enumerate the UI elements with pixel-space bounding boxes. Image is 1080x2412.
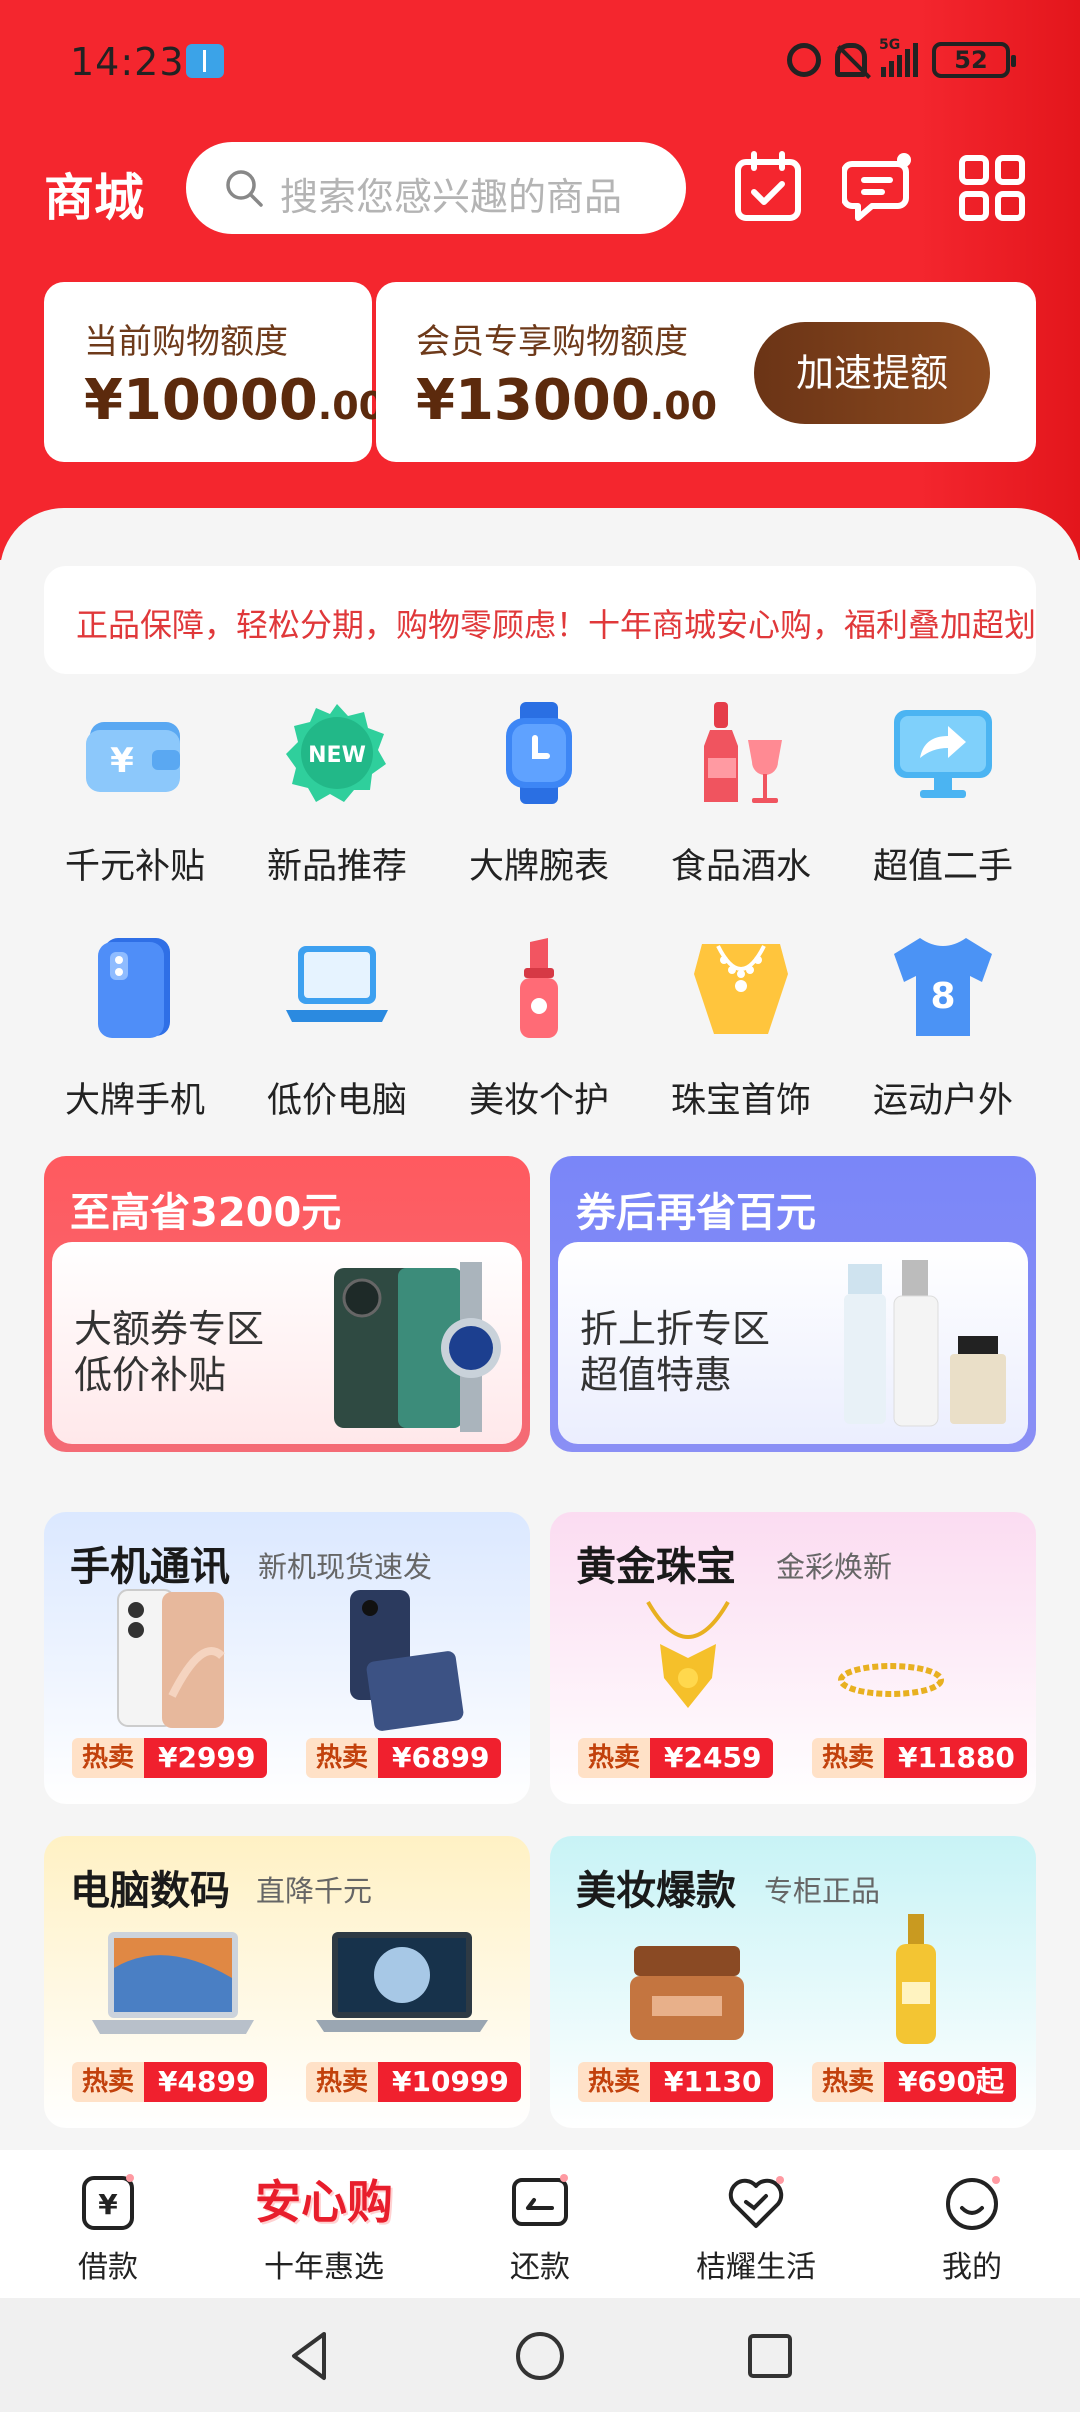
monitor-share-icon [894, 710, 992, 798]
price-tag: 热卖 ¥6899 [306, 1738, 502, 1778]
mute-icon [835, 43, 867, 77]
new-badge-icon: NEW [286, 704, 386, 802]
gold-necklace-image [646, 1601, 730, 1708]
smile-icon [946, 2176, 1000, 2230]
category-beauty[interactable]: 美妆个护 [438, 934, 640, 1134]
search-input[interactable]: 搜索您感兴趣的商品 [186, 142, 686, 234]
wallet-icon: ¥ [86, 722, 180, 792]
section-title: 美妆爆款 [576, 1868, 736, 1914]
svg-text:¥: ¥ [110, 741, 134, 781]
price-tag: 热卖 ¥690起 [812, 2062, 1016, 2102]
category-jewelry[interactable]: 珠宝首饰 [640, 934, 842, 1134]
macbook-image [316, 1932, 488, 2032]
section-computers[interactable]: 电脑数码 直降千元 热卖 ¥4899 热卖 ¥10999 [44, 1836, 530, 2128]
status-bar: 14:23 5G 52 [0, 0, 1080, 126]
battery-icon: 52 [932, 42, 1016, 78]
tab-life[interactable]: 桔耀生活 [648, 2150, 864, 2298]
search-icon [226, 170, 263, 207]
category-sports[interactable]: 8 运动户外 [842, 934, 1044, 1134]
anxin-logo: 安心购 [255, 2175, 393, 2229]
signal-icon: 5G [879, 37, 918, 77]
current-credit-amount: ¥10000.00 [84, 368, 386, 433]
category-watch[interactable]: 大牌腕表 [438, 700, 640, 900]
price-tag: 热卖 ¥10999 [306, 2062, 521, 2102]
phone-product-image [117, 1589, 225, 1728]
section-subtitle: 金彩焕新 [776, 1550, 893, 1584]
message-icon[interactable] [842, 150, 918, 226]
search-placeholder: 搜索您感兴趣的商品 [280, 175, 623, 219]
member-credit-amount: ¥13000.00 [416, 368, 718, 433]
watch-icon [506, 702, 572, 804]
laptop-icon [286, 946, 388, 1022]
top-bar: 商城 搜索您感兴趣的商品 [0, 140, 1080, 236]
promo-line2: 低价补贴 [74, 1353, 227, 1397]
home-icon[interactable] [510, 2326, 570, 2386]
status-time: 14:23 [70, 40, 185, 84]
section-gold-jewelry[interactable]: 黄金珠宝 金彩焕新 热卖 ¥2459 热卖 ¥11880 [550, 1512, 1036, 1804]
category-laptop[interactable]: 低价电脑 [236, 934, 438, 1134]
phone-icon [98, 938, 170, 1038]
section-subtitle: 专柜正品 [764, 1874, 881, 1908]
phone-watch-image [334, 1262, 501, 1432]
category-food-drink[interactable]: 食品酒水 [640, 700, 842, 900]
gold-bracelet-image [838, 1663, 944, 1697]
grid-menu-icon[interactable] [954, 150, 1030, 226]
promo-big-coupon[interactable]: 至高省3200元 大额券专区 低价补贴 [44, 1156, 530, 1452]
price-tag: 热卖 ¥2999 [72, 1738, 268, 1778]
page-title: 商城 [44, 169, 144, 227]
heart-check-icon [728, 2176, 784, 2228]
recents-icon[interactable] [740, 2326, 800, 2386]
price-tag: 热卖 ¥1130 [578, 2062, 774, 2102]
serum-bottle-image [896, 1914, 936, 2044]
lipstick-icon [520, 938, 558, 1038]
category-second-hand[interactable]: 超值二手 [842, 700, 1044, 900]
calendar-check-icon[interactable] [730, 150, 806, 226]
repay-icon [512, 2174, 568, 2226]
system-nav-bar [0, 2298, 1080, 2412]
section-phones[interactable]: 手机通讯 新机现货速发 热卖 ¥2999 热卖 ¥6899 [44, 1512, 530, 1804]
jersey-icon: 8 [894, 938, 992, 1036]
bottom-tab-bar: ¥ 借款 安心购 十年惠选 还款 桔耀生活 我的 [0, 2150, 1080, 2298]
book-icon [186, 44, 224, 78]
price-tag: 热卖 ¥2459 [578, 1738, 774, 1778]
svg-text:8: 8 [930, 976, 955, 1017]
category-subsidy[interactable]: ¥ 千元补贴 [34, 700, 236, 900]
section-title: 黄金珠宝 [576, 1544, 736, 1590]
section-beauty[interactable]: 美妆爆款 专柜正品 热卖 ¥1130 热卖 ¥690起 [550, 1836, 1036, 2128]
foldable-phone-image [350, 1590, 464, 1731]
laptop-product-image [92, 1932, 254, 2034]
necklace-icon [694, 944, 788, 1034]
tab-loan[interactable]: ¥ 借款 [0, 2150, 216, 2298]
section-title: 手机通讯 [70, 1544, 230, 1590]
promo-title: 至高省3200元 [70, 1190, 342, 1236]
section-subtitle: 直降千元 [256, 1874, 373, 1908]
notice-bar[interactable]: 正品保障，轻松分期，购物零顾虑！十年商城安心购，福利叠加超划算 [44, 566, 1036, 674]
price-tag: 热卖 ¥4899 [72, 2062, 268, 2102]
section-subtitle: 新机现货速发 [258, 1550, 433, 1584]
alarm-icon [787, 43, 821, 77]
current-credit-card[interactable]: 当前购物额度 ¥10000.00 [44, 282, 385, 462]
price-tag: 热卖 ¥11880 [812, 1738, 1027, 1778]
member-credit-label: 会员专享购物额度 [416, 322, 688, 362]
cream-jar-image [630, 1946, 744, 2040]
member-credit-card[interactable]: 会员专享购物额度 ¥13000.00 加速提额 [376, 282, 1036, 462]
category-new[interactable]: NEW 新品推荐 [236, 700, 438, 900]
section-title: 电脑数码 [70, 1868, 230, 1914]
tab-repay[interactable]: 还款 [432, 2150, 648, 2298]
promo-discount[interactable]: 券后再省百元 折上折专区 超值特惠 [550, 1156, 1036, 1452]
current-credit-label: 当前购物额度 [84, 322, 288, 362]
tab-mine[interactable]: 我的 [864, 2150, 1080, 2298]
boost-credit-button[interactable]: 加速提额 [754, 322, 990, 424]
back-icon[interactable] [280, 2326, 340, 2386]
promo-title: 券后再省百元 [576, 1190, 816, 1236]
promo-line2: 超值特惠 [580, 1353, 733, 1397]
notice-text: 正品保障，轻松分期，购物零顾虑！十年商城安心购，福利叠加超划算 [76, 606, 1036, 644]
svg-text:NEW: NEW [308, 743, 366, 768]
wine-icon [704, 702, 782, 803]
svg-text:¥: ¥ [98, 2188, 118, 2221]
loan-icon: ¥ [82, 2174, 134, 2230]
tab-anxin[interactable]: 安心购 十年惠选 [216, 2150, 432, 2298]
category-phone[interactable]: 大牌手机 [34, 934, 236, 1134]
cosmetics-image [844, 1260, 1006, 1427]
